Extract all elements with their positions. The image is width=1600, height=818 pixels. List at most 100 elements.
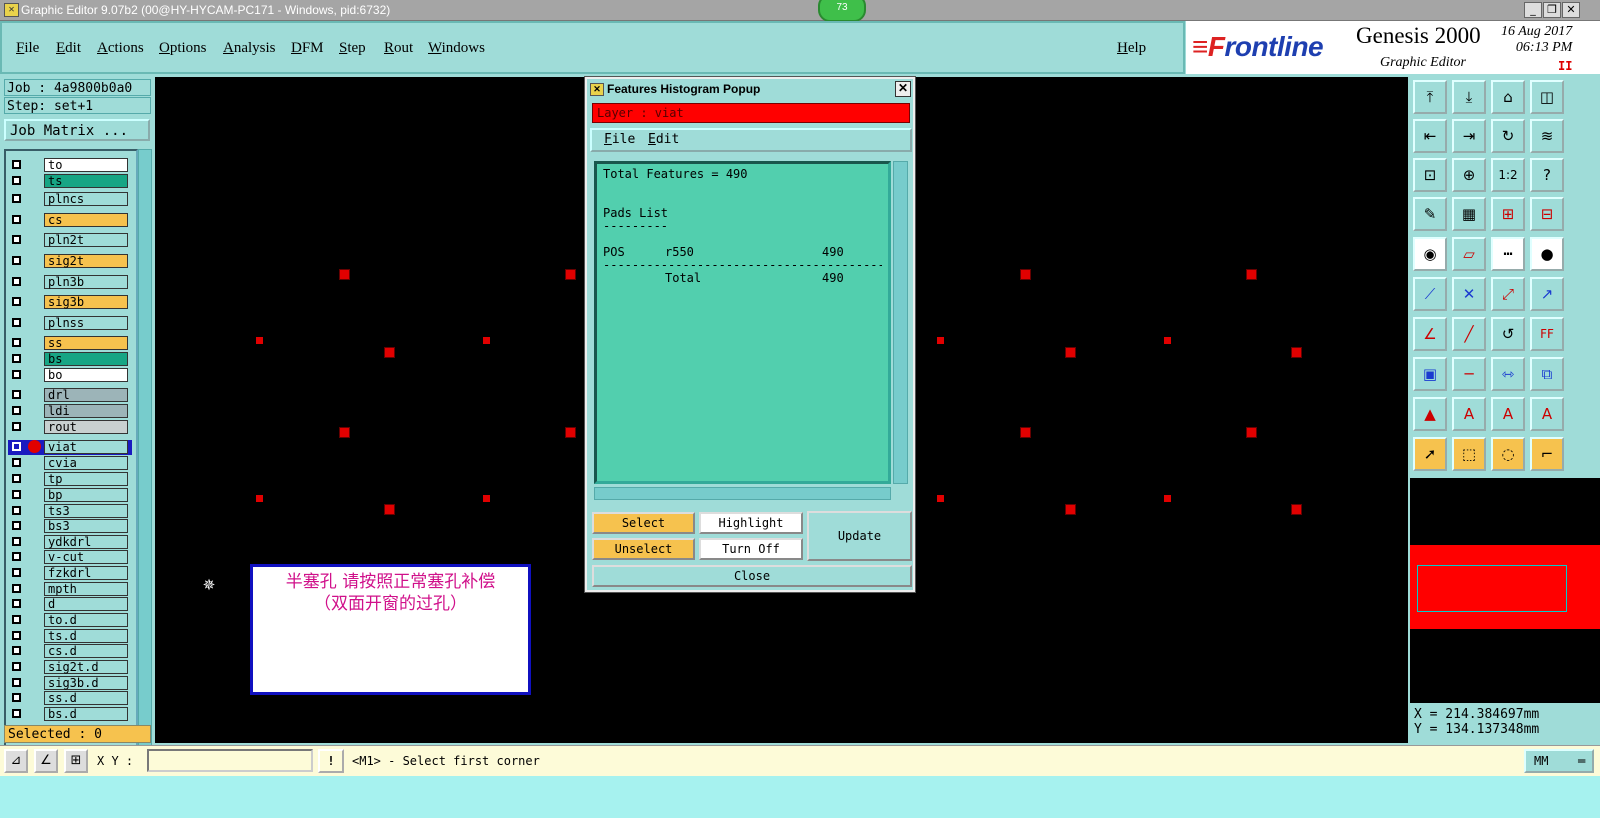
- via-pad[interactable]: [1020, 427, 1031, 438]
- via-pad[interactable]: [1291, 504, 1302, 515]
- menu-options[interactable]: Options: [159, 40, 207, 57]
- layer-checkbox[interactable]: [12, 646, 21, 655]
- layer-row-ss[interactable]: ss: [8, 336, 132, 351]
- via-pad[interactable]: [1020, 269, 1031, 280]
- layer-checkbox[interactable]: [12, 215, 21, 224]
- select-circle-icon[interactable]: ◌: [1491, 437, 1525, 471]
- resize-icon[interactable]: ⇿: [1491, 357, 1525, 391]
- layer-row-cs-d[interactable]: cs.d: [8, 644, 132, 659]
- layer-name[interactable]: ydkdrl: [44, 535, 128, 549]
- help-icon[interactable]: ?: [1530, 158, 1564, 192]
- pan-left-icon[interactable]: ⇤: [1413, 119, 1447, 153]
- layer-checkbox[interactable]: [12, 442, 21, 451]
- select-poly-icon[interactable]: ⌐: [1530, 437, 1564, 471]
- layer-name[interactable]: ts: [44, 174, 128, 188]
- layer-name[interactable]: sig2t.d: [44, 660, 128, 674]
- overview-thumbnail[interactable]: [1410, 478, 1600, 703]
- text-icon[interactable]: A: [1452, 397, 1486, 431]
- via-pad[interactable]: [1065, 504, 1076, 515]
- layer-row-sig3b-d[interactable]: sig3b.d: [8, 676, 132, 691]
- delete-icon[interactable]: ✕: [1452, 277, 1486, 311]
- save-view-icon[interactable]: ⤓: [1452, 80, 1486, 114]
- layer-checkbox[interactable]: [12, 422, 21, 431]
- menu-rout[interactable]: Rout: [384, 40, 413, 57]
- layer-row-sig3b[interactable]: sig3b: [8, 295, 132, 310]
- via-pad[interactable]: [384, 504, 395, 515]
- layer-checkbox[interactable]: [12, 709, 21, 718]
- menu-actions[interactable]: Actions: [97, 40, 144, 57]
- layer-checkbox[interactable]: [12, 297, 21, 306]
- layer-checkbox[interactable]: [12, 506, 21, 515]
- layer-name[interactable]: sig2t: [44, 254, 128, 268]
- layer-row-cvia[interactable]: cvia: [8, 456, 132, 471]
- highlight-button[interactable]: Highlight: [699, 512, 803, 534]
- layer-row-ldi[interactable]: ldi: [8, 404, 132, 419]
- layer-name[interactable]: v-cut: [44, 550, 128, 564]
- layer-checkbox[interactable]: [12, 568, 21, 577]
- layer-row-ts[interactable]: ts: [8, 174, 132, 189]
- layer-checkbox[interactable]: [12, 552, 21, 561]
- layer-name[interactable]: viat: [44, 440, 128, 454]
- layer-checkbox[interactable]: [12, 256, 21, 265]
- turn-off-button[interactable]: Turn Off: [699, 538, 803, 560]
- via-pad[interactable]: [483, 337, 490, 344]
- stretch-icon[interactable]: ≋: [1530, 119, 1564, 153]
- layer-name[interactable]: tp: [44, 472, 128, 486]
- redraw-icon[interactable]: ↻: [1491, 119, 1525, 153]
- layer-row-bs[interactable]: bs: [8, 352, 132, 367]
- drc-icon[interactable]: ▲: [1413, 397, 1447, 431]
- fit-icon[interactable]: ⊡: [1413, 158, 1447, 192]
- units-selector[interactable]: MM ═: [1524, 749, 1594, 773]
- layer-name[interactable]: fzkdrl: [44, 566, 128, 580]
- layer-name[interactable]: pln2t: [44, 233, 128, 247]
- layer-checkbox[interactable]: [12, 390, 21, 399]
- via-pad[interactable]: [256, 495, 263, 502]
- layer-row-bp[interactable]: bp: [8, 488, 132, 503]
- layer-row-drl[interactable]: drl: [8, 388, 132, 403]
- update-button[interactable]: Update: [807, 511, 912, 561]
- layer-name[interactable]: ts3: [44, 504, 128, 518]
- layer-row-pln2t[interactable]: pln2t: [8, 233, 132, 248]
- close-window-button[interactable]: ✕: [1562, 2, 1580, 18]
- popup-menu-edit[interactable]: Edit: [648, 130, 679, 150]
- warning-button[interactable]: !: [318, 749, 344, 773]
- dot-icon[interactable]: ●: [1530, 237, 1564, 271]
- via-pad[interactable]: [339, 427, 350, 438]
- layer-row-rout[interactable]: rout: [8, 420, 132, 435]
- layer-name[interactable]: rout: [44, 420, 128, 434]
- menu-edit[interactable]: Edit: [56, 40, 81, 57]
- layer-row-pln3b[interactable]: pln3b: [8, 275, 132, 290]
- layer-row-ss-d[interactable]: ss.d: [8, 691, 132, 706]
- layer-row-bo[interactable]: bo: [8, 368, 132, 383]
- select-button[interactable]: Select: [592, 512, 695, 534]
- polygon-icon[interactable]: ▱: [1452, 237, 1486, 271]
- via-pad[interactable]: [1164, 337, 1171, 344]
- layer-checkbox[interactable]: [12, 277, 21, 286]
- layer-row-bs-d[interactable]: bs.d: [8, 707, 132, 722]
- layer-name[interactable]: to.d: [44, 613, 128, 627]
- layer-row-bs3[interactable]: bs3: [8, 519, 132, 534]
- layer-checkbox[interactable]: [12, 474, 21, 483]
- layer-name[interactable]: bs: [44, 352, 128, 366]
- select-arrow-icon[interactable]: ➚: [1413, 437, 1447, 471]
- line-h-icon[interactable]: ─: [1452, 357, 1486, 391]
- layer-checkbox[interactable]: [12, 235, 21, 244]
- zoom-home-icon[interactable]: ⤒: [1413, 80, 1447, 114]
- layer-name[interactable]: cs.d: [44, 644, 128, 658]
- histogram-horizontal-scrollbar[interactable]: [594, 487, 891, 500]
- grid-icon[interactable]: ⊞: [64, 749, 88, 773]
- menu-analysis[interactable]: Analysis: [223, 40, 276, 57]
- unselect-button[interactable]: Unselect: [592, 538, 695, 560]
- split-view-icon[interactable]: ◫: [1530, 80, 1564, 114]
- layer-checkbox[interactable]: [12, 318, 21, 327]
- slash-icon[interactable]: ╱: [1452, 317, 1486, 351]
- layer-name[interactable]: bp: [44, 488, 128, 502]
- overview-view-frame[interactable]: [1417, 565, 1567, 612]
- minimize-button[interactable]: _: [1524, 2, 1542, 18]
- layer-checkbox[interactable]: [12, 406, 21, 415]
- popup-menu-file[interactable]: File: [604, 130, 635, 150]
- layer-checkbox[interactable]: [12, 662, 21, 671]
- layer-row-to-d[interactable]: to.d: [8, 613, 132, 628]
- layer-checkbox[interactable]: [12, 584, 21, 593]
- layer-name[interactable]: bs3: [44, 519, 128, 533]
